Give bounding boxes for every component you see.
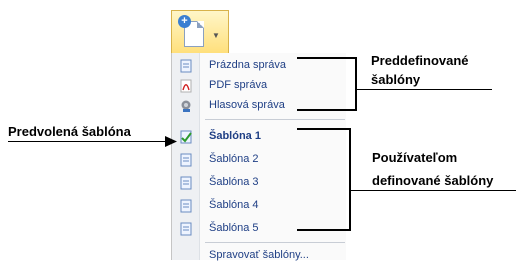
- predefined-templates-label: Preddefinované: [371, 53, 469, 68]
- menu-item-label: Prázdna správa: [209, 59, 287, 71]
- default-template-label: Predvolená šablóna: [8, 124, 131, 139]
- menu-item-template-4[interactable]: Šablóna 4: [172, 196, 347, 216]
- pointer-arrow-icon: [165, 136, 177, 147]
- menu-separator: [205, 242, 345, 243]
- default-template-icon: [180, 130, 192, 144]
- bracket-line: [297, 128, 351, 130]
- bracket-line: [297, 57, 357, 59]
- menu-item-template-2[interactable]: Šablóna 2: [172, 150, 347, 170]
- menu-item-template-1[interactable]: Šablóna 1: [172, 127, 347, 147]
- menu-item-label: Hlasová správa: [209, 99, 285, 111]
- document-icon: [180, 199, 192, 213]
- menu-item-manage-templates[interactable]: Spravovať šablóny...: [172, 246, 347, 266]
- pdf-icon: [180, 79, 192, 93]
- bracket-line: [355, 57, 357, 111]
- add-icon: +: [178, 15, 191, 28]
- menu-item-label: Šablóna 3: [209, 176, 259, 188]
- voice-icon: [181, 100, 191, 112]
- document-icon: [180, 59, 192, 73]
- bracket-line: [349, 128, 351, 231]
- menu-item-label: Šablóna 4: [209, 199, 259, 211]
- document-icon: [180, 176, 192, 190]
- menu-item-label: PDF správa: [209, 79, 268, 91]
- user-templates-label: definované šablóny: [372, 173, 494, 188]
- bracket-line: [297, 109, 357, 111]
- menu-item-empty-report[interactable]: Prázdna správa: [172, 56, 347, 76]
- menu-item-label: Spravovať šablóny...: [209, 249, 309, 261]
- menu-item-pdf-report[interactable]: PDF správa: [172, 76, 347, 96]
- bracket-line: [351, 190, 516, 191]
- document-icon: [180, 153, 192, 167]
- menu-item-voice-report[interactable]: Hlasová správa: [172, 96, 347, 116]
- user-templates-label: Používateľom: [372, 150, 458, 165]
- new-from-template-button[interactable]: + ▼: [171, 10, 229, 54]
- menu-separator: [205, 119, 345, 120]
- pointer-line: [8, 141, 168, 142]
- menu-item-label: Šablóna 5: [209, 222, 259, 234]
- bracket-line: [297, 229, 351, 231]
- menu-item-label: Šablóna 1: [209, 130, 261, 142]
- document-icon: [180, 222, 192, 236]
- bracket-line: [357, 89, 492, 90]
- predefined-templates-label: šablóny: [371, 72, 421, 87]
- menu-item-template-3[interactable]: Šablóna 3: [172, 173, 347, 193]
- dropdown-arrow-icon[interactable]: ▼: [212, 31, 220, 40]
- menu-item-label: Šablóna 2: [209, 153, 259, 165]
